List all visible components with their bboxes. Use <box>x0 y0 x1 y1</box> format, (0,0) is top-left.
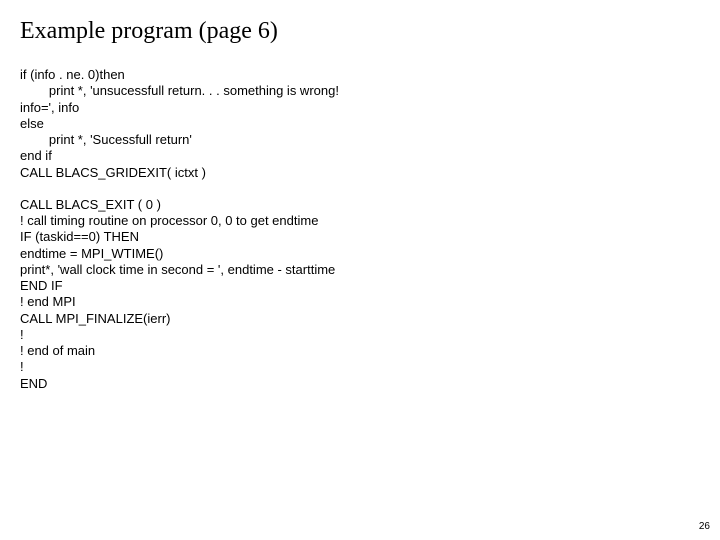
page-title: Example program (page 6) <box>20 18 700 45</box>
page-number: 26 <box>699 521 710 532</box>
slide: Example program (page 6) if (info . ne. … <box>0 0 720 540</box>
code-block-2: CALL BLACS_EXIT ( 0 ) ! call timing rout… <box>20 197 700 392</box>
code-block-1: if (info . ne. 0)then print *, 'unsucess… <box>20 67 700 181</box>
